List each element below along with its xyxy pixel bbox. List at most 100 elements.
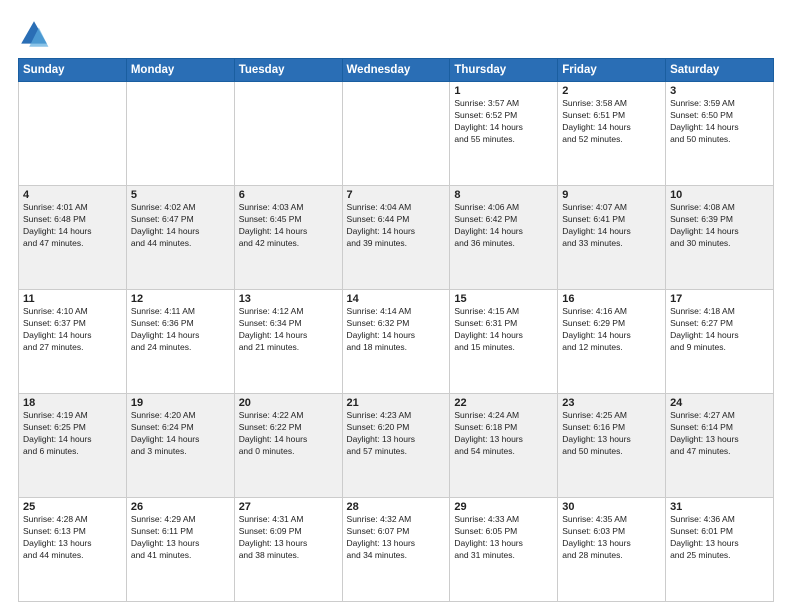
weekday-header-friday: Friday: [558, 59, 666, 82]
day-number: 24: [670, 397, 769, 409]
day-number: 22: [454, 397, 553, 409]
calendar-cell: 22Sunrise: 4:24 AM Sunset: 6:18 PM Dayli…: [450, 394, 558, 498]
calendar-cell: 14Sunrise: 4:14 AM Sunset: 6:32 PM Dayli…: [342, 290, 450, 394]
day-info: Sunrise: 4:20 AM Sunset: 6:24 PM Dayligh…: [131, 410, 230, 458]
day-info: Sunrise: 4:31 AM Sunset: 6:09 PM Dayligh…: [239, 514, 338, 562]
day-number: 1: [454, 85, 553, 97]
calendar-cell: 27Sunrise: 4:31 AM Sunset: 6:09 PM Dayli…: [234, 498, 342, 602]
day-number: 2: [562, 85, 661, 97]
day-info: Sunrise: 4:11 AM Sunset: 6:36 PM Dayligh…: [131, 306, 230, 354]
day-number: 17: [670, 293, 769, 305]
day-number: 31: [670, 501, 769, 513]
day-number: 13: [239, 293, 338, 305]
calendar-cell: 7Sunrise: 4:04 AM Sunset: 6:44 PM Daylig…: [342, 186, 450, 290]
day-number: 4: [23, 189, 122, 201]
day-number: 30: [562, 501, 661, 513]
day-number: 7: [347, 189, 446, 201]
calendar-cell: 30Sunrise: 4:35 AM Sunset: 6:03 PM Dayli…: [558, 498, 666, 602]
day-info: Sunrise: 4:22 AM Sunset: 6:22 PM Dayligh…: [239, 410, 338, 458]
calendar-cell: 23Sunrise: 4:25 AM Sunset: 6:16 PM Dayli…: [558, 394, 666, 498]
day-info: Sunrise: 4:28 AM Sunset: 6:13 PM Dayligh…: [23, 514, 122, 562]
calendar-cell: 18Sunrise: 4:19 AM Sunset: 6:25 PM Dayli…: [19, 394, 127, 498]
calendar-cell: 6Sunrise: 4:03 AM Sunset: 6:45 PM Daylig…: [234, 186, 342, 290]
day-number: 10: [670, 189, 769, 201]
calendar-cell: 13Sunrise: 4:12 AM Sunset: 6:34 PM Dayli…: [234, 290, 342, 394]
week-row-5: 25Sunrise: 4:28 AM Sunset: 6:13 PM Dayli…: [19, 498, 774, 602]
calendar-cell: 20Sunrise: 4:22 AM Sunset: 6:22 PM Dayli…: [234, 394, 342, 498]
day-info: Sunrise: 4:07 AM Sunset: 6:41 PM Dayligh…: [562, 202, 661, 250]
day-info: Sunrise: 4:10 AM Sunset: 6:37 PM Dayligh…: [23, 306, 122, 354]
day-info: Sunrise: 4:12 AM Sunset: 6:34 PM Dayligh…: [239, 306, 338, 354]
day-number: 18: [23, 397, 122, 409]
week-row-2: 4Sunrise: 4:01 AM Sunset: 6:48 PM Daylig…: [19, 186, 774, 290]
calendar-cell: 16Sunrise: 4:16 AM Sunset: 6:29 PM Dayli…: [558, 290, 666, 394]
calendar-cell: 31Sunrise: 4:36 AM Sunset: 6:01 PM Dayli…: [666, 498, 774, 602]
day-info: Sunrise: 4:06 AM Sunset: 6:42 PM Dayligh…: [454, 202, 553, 250]
weekday-header-row: SundayMondayTuesdayWednesdayThursdayFrid…: [19, 59, 774, 82]
calendar-cell: 9Sunrise: 4:07 AM Sunset: 6:41 PM Daylig…: [558, 186, 666, 290]
day-info: Sunrise: 4:27 AM Sunset: 6:14 PM Dayligh…: [670, 410, 769, 458]
calendar-table: SundayMondayTuesdayWednesdayThursdayFrid…: [18, 58, 774, 602]
day-info: Sunrise: 4:03 AM Sunset: 6:45 PM Dayligh…: [239, 202, 338, 250]
calendar-cell: 1Sunrise: 3:57 AM Sunset: 6:52 PM Daylig…: [450, 82, 558, 186]
day-number: 25: [23, 501, 122, 513]
calendar-cell: 11Sunrise: 4:10 AM Sunset: 6:37 PM Dayli…: [19, 290, 127, 394]
day-info: Sunrise: 4:29 AM Sunset: 6:11 PM Dayligh…: [131, 514, 230, 562]
day-info: Sunrise: 4:19 AM Sunset: 6:25 PM Dayligh…: [23, 410, 122, 458]
calendar-cell: 12Sunrise: 4:11 AM Sunset: 6:36 PM Dayli…: [126, 290, 234, 394]
day-info: Sunrise: 4:25 AM Sunset: 6:16 PM Dayligh…: [562, 410, 661, 458]
day-number: 15: [454, 293, 553, 305]
day-info: Sunrise: 4:14 AM Sunset: 6:32 PM Dayligh…: [347, 306, 446, 354]
day-info: Sunrise: 4:35 AM Sunset: 6:03 PM Dayligh…: [562, 514, 661, 562]
day-number: 21: [347, 397, 446, 409]
weekday-header-saturday: Saturday: [666, 59, 774, 82]
day-info: Sunrise: 3:58 AM Sunset: 6:51 PM Dayligh…: [562, 98, 661, 146]
week-row-3: 11Sunrise: 4:10 AM Sunset: 6:37 PM Dayli…: [19, 290, 774, 394]
weekday-header-monday: Monday: [126, 59, 234, 82]
weekday-header-tuesday: Tuesday: [234, 59, 342, 82]
weekday-header-wednesday: Wednesday: [342, 59, 450, 82]
day-info: Sunrise: 4:16 AM Sunset: 6:29 PM Dayligh…: [562, 306, 661, 354]
day-info: Sunrise: 4:01 AM Sunset: 6:48 PM Dayligh…: [23, 202, 122, 250]
day-number: 16: [562, 293, 661, 305]
calendar-cell: 21Sunrise: 4:23 AM Sunset: 6:20 PM Dayli…: [342, 394, 450, 498]
calendar-cell: 2Sunrise: 3:58 AM Sunset: 6:51 PM Daylig…: [558, 82, 666, 186]
header: [18, 18, 774, 50]
day-number: 29: [454, 501, 553, 513]
calendar-cell: 3Sunrise: 3:59 AM Sunset: 6:50 PM Daylig…: [666, 82, 774, 186]
day-number: 6: [239, 189, 338, 201]
day-info: Sunrise: 4:32 AM Sunset: 6:07 PM Dayligh…: [347, 514, 446, 562]
calendar-cell: [19, 82, 127, 186]
day-number: 23: [562, 397, 661, 409]
day-info: Sunrise: 4:15 AM Sunset: 6:31 PM Dayligh…: [454, 306, 553, 354]
day-number: 26: [131, 501, 230, 513]
day-number: 5: [131, 189, 230, 201]
day-info: Sunrise: 4:18 AM Sunset: 6:27 PM Dayligh…: [670, 306, 769, 354]
day-info: Sunrise: 3:57 AM Sunset: 6:52 PM Dayligh…: [454, 98, 553, 146]
day-number: 19: [131, 397, 230, 409]
day-info: Sunrise: 4:02 AM Sunset: 6:47 PM Dayligh…: [131, 202, 230, 250]
day-info: Sunrise: 4:24 AM Sunset: 6:18 PM Dayligh…: [454, 410, 553, 458]
calendar-cell: 19Sunrise: 4:20 AM Sunset: 6:24 PM Dayli…: [126, 394, 234, 498]
calendar-cell: 24Sunrise: 4:27 AM Sunset: 6:14 PM Dayli…: [666, 394, 774, 498]
page: SundayMondayTuesdayWednesdayThursdayFrid…: [0, 0, 792, 612]
calendar-cell: 26Sunrise: 4:29 AM Sunset: 6:11 PM Dayli…: [126, 498, 234, 602]
calendar-cell: 29Sunrise: 4:33 AM Sunset: 6:05 PM Dayli…: [450, 498, 558, 602]
day-info: Sunrise: 4:36 AM Sunset: 6:01 PM Dayligh…: [670, 514, 769, 562]
day-number: 14: [347, 293, 446, 305]
week-row-1: 1Sunrise: 3:57 AM Sunset: 6:52 PM Daylig…: [19, 82, 774, 186]
calendar-cell: 28Sunrise: 4:32 AM Sunset: 6:07 PM Dayli…: [342, 498, 450, 602]
calendar-cell: 25Sunrise: 4:28 AM Sunset: 6:13 PM Dayli…: [19, 498, 127, 602]
day-info: Sunrise: 4:23 AM Sunset: 6:20 PM Dayligh…: [347, 410, 446, 458]
calendar-cell: 5Sunrise: 4:02 AM Sunset: 6:47 PM Daylig…: [126, 186, 234, 290]
day-number: 11: [23, 293, 122, 305]
logo-icon: [18, 18, 50, 50]
calendar-cell: 17Sunrise: 4:18 AM Sunset: 6:27 PM Dayli…: [666, 290, 774, 394]
calendar-cell: 4Sunrise: 4:01 AM Sunset: 6:48 PM Daylig…: [19, 186, 127, 290]
day-number: 9: [562, 189, 661, 201]
day-info: Sunrise: 4:33 AM Sunset: 6:05 PM Dayligh…: [454, 514, 553, 562]
calendar-cell: 15Sunrise: 4:15 AM Sunset: 6:31 PM Dayli…: [450, 290, 558, 394]
day-number: 8: [454, 189, 553, 201]
day-number: 12: [131, 293, 230, 305]
calendar-cell: 10Sunrise: 4:08 AM Sunset: 6:39 PM Dayli…: [666, 186, 774, 290]
